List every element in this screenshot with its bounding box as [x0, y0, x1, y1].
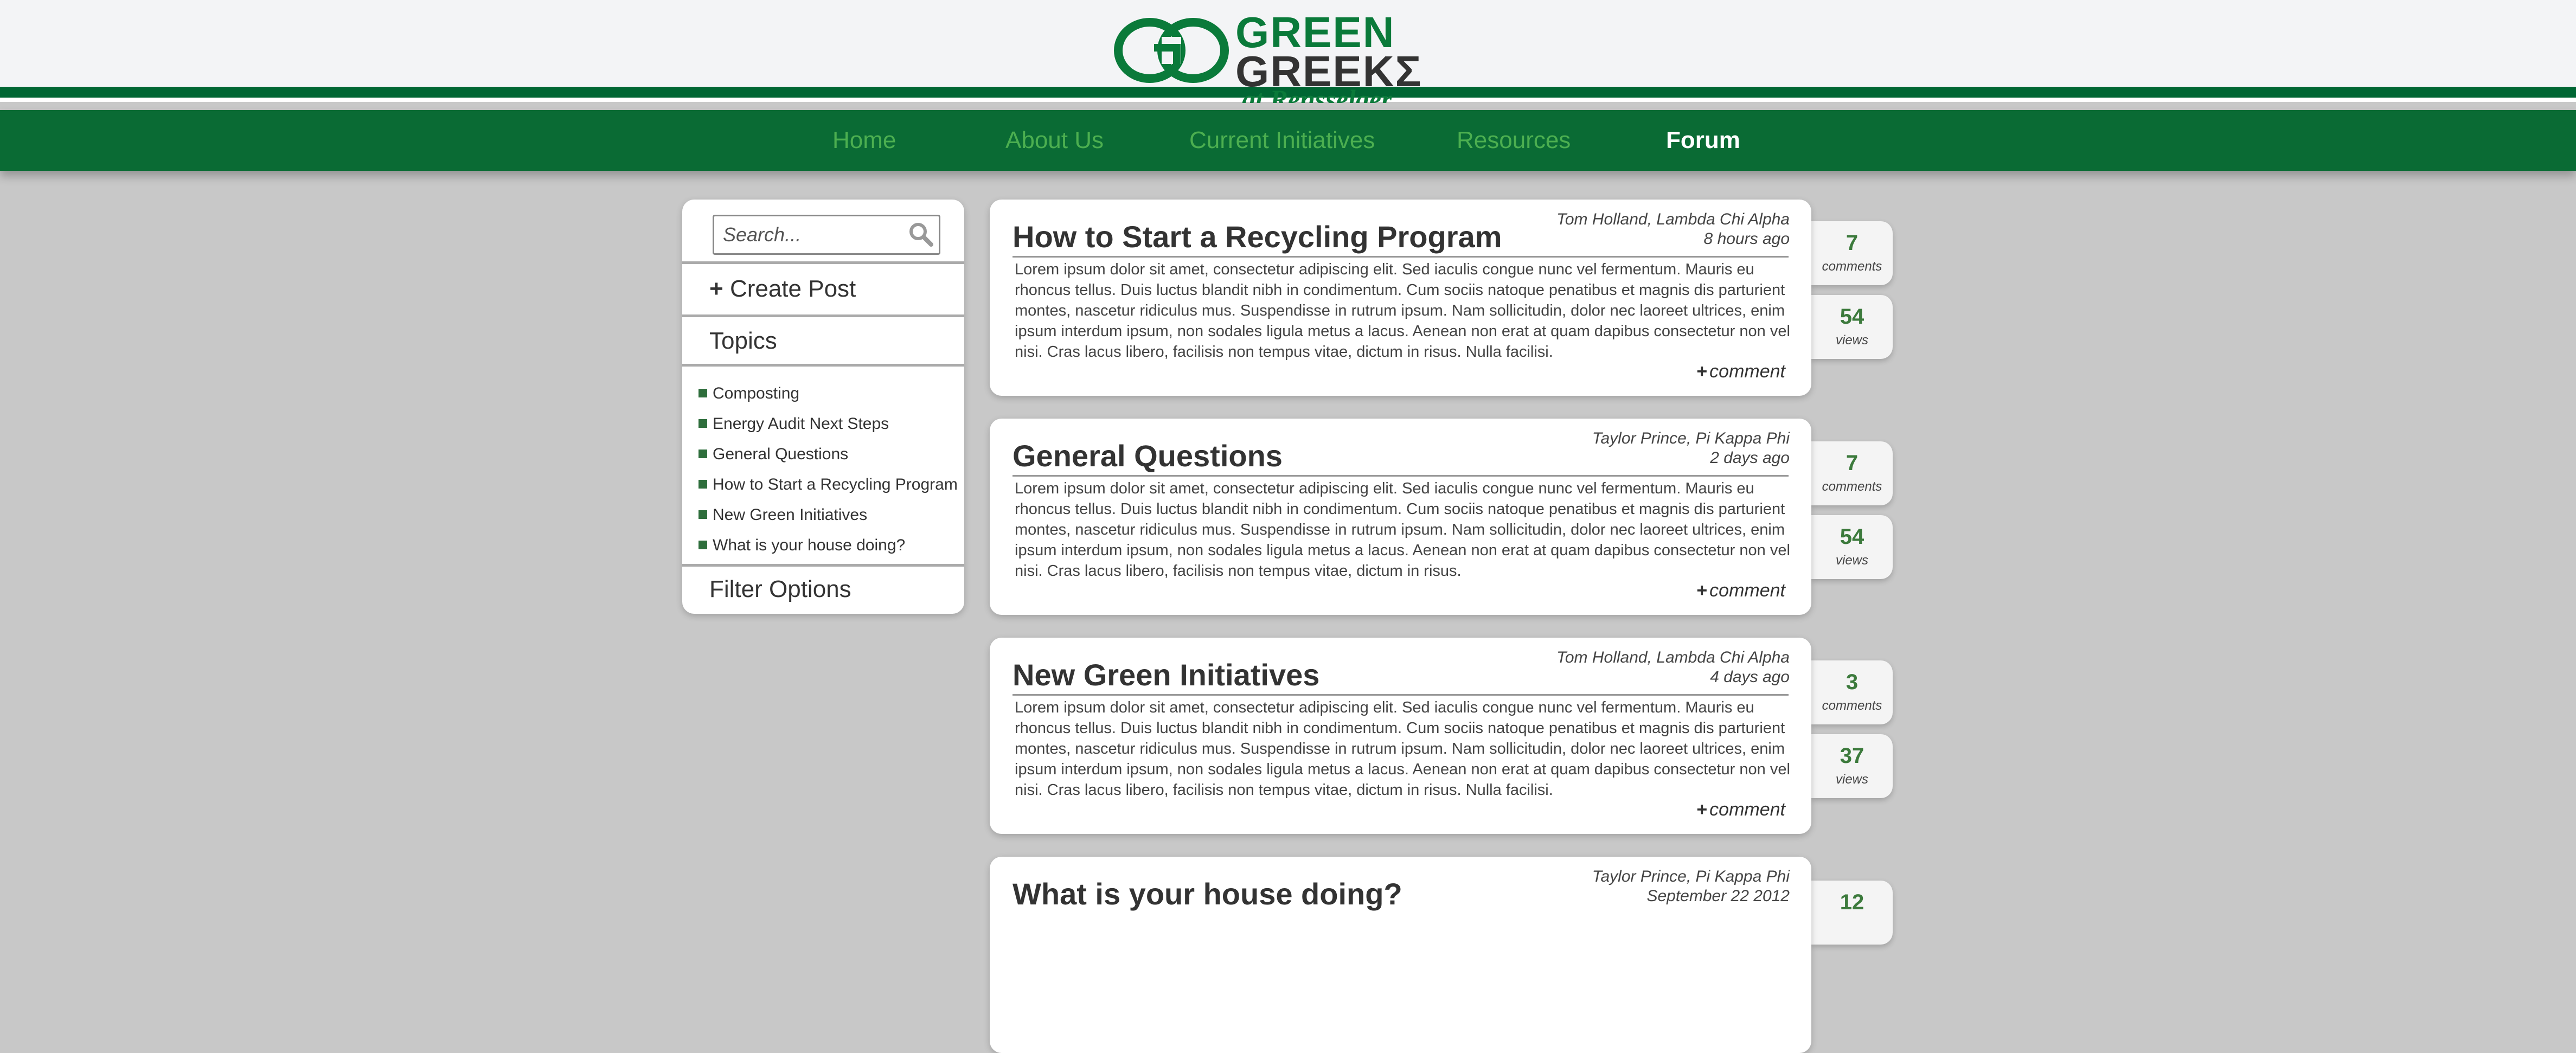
add-comment-button[interactable]: + comment [1696, 580, 1785, 601]
views-count-box: 37 views [1811, 734, 1893, 798]
site-logo[interactable]: GREEN GREEKΣ at Rensselaer [1106, 5, 1443, 103]
post-author[interactable]: Taylor Prince, Pi Kappa Phi [1592, 429, 1790, 448]
comments-count: 12 [1840, 890, 1864, 914]
topics-heading[interactable]: Topics [709, 328, 777, 355]
topic-item-house-doing[interactable]: What is your house doing? [699, 530, 959, 561]
views-count: 54 [1840, 305, 1864, 329]
plus-icon: + [1696, 580, 1708, 601]
post-divider [1013, 694, 1789, 696]
bullet-icon [699, 419, 707, 428]
views-count-box: 54 views [1811, 295, 1893, 359]
divider [682, 314, 964, 317]
nav-forum[interactable]: Forum [1666, 110, 1740, 171]
comments-count: 7 [1846, 231, 1859, 255]
post-time: September 22 2012 [1646, 887, 1790, 905]
topic-item-energy-audit[interactable]: Energy Audit Next Steps [699, 409, 959, 439]
post-body: Lorem ipsum dolor sit amet, consectetur … [1015, 261, 1790, 361]
logo-text-rensselaer: at Rensselaer [1242, 84, 1392, 103]
comments-count-box: 7 comments [1811, 221, 1893, 285]
comments-count-box: 7 comments [1811, 441, 1893, 505]
nav-resources[interactable]: Resources [1457, 110, 1571, 171]
topic-item-recycling-program[interactable]: How to Start a Recycling Program [699, 470, 959, 500]
plus-icon: + [1696, 799, 1708, 820]
plus-icon: + [709, 275, 723, 302]
post-title[interactable]: General Questions [1013, 438, 1283, 473]
post-title[interactable]: What is your house doing? [1013, 876, 1402, 911]
divider [682, 364, 964, 367]
filter-options-heading[interactable]: Filter Options [709, 576, 851, 603]
nav-current-initiatives[interactable]: Current Initiatives [1189, 110, 1375, 171]
bullet-icon [699, 389, 707, 398]
post-title[interactable]: New Green Initiatives [1013, 657, 1319, 692]
post-title[interactable]: How to Start a Recycling Program [1013, 219, 1502, 254]
comments-label: comments [1822, 698, 1882, 713]
bullet-icon [699, 510, 707, 519]
comments-count: 3 [1846, 670, 1859, 694]
post-body: Lorem ipsum dolor sit amet, consectetur … [1015, 480, 1790, 580]
post-author[interactable]: Taylor Prince, Pi Kappa Phi [1592, 868, 1790, 886]
post-divider [1013, 475, 1789, 477]
post-card: What is your house doing? Taylor Prince,… [990, 857, 1811, 1053]
post-body: Lorem ipsum dolor sit amet, consectetur … [1015, 699, 1790, 799]
create-post-button[interactable]: + Create Post [709, 275, 856, 303]
views-label: views [1835, 772, 1868, 787]
post-time: 2 days ago [1710, 449, 1790, 467]
post-time: 8 hours ago [1703, 230, 1790, 248]
views-count-box: 54 views [1811, 515, 1893, 579]
bullet-icon [699, 450, 707, 459]
post-card: New Green Initiatives Tom Holland, Lambd… [990, 638, 1811, 834]
views-label: views [1835, 333, 1868, 348]
post-time: 4 days ago [1710, 668, 1790, 686]
post-divider [1013, 256, 1789, 258]
search-icon[interactable] [907, 221, 934, 248]
create-post-label: Create Post [729, 275, 856, 302]
views-count: 37 [1840, 744, 1864, 768]
plus-icon: + [1696, 361, 1708, 382]
topic-item-new-green-initiatives[interactable]: New Green Initiatives [699, 500, 959, 530]
add-comment-button[interactable]: + comment [1696, 361, 1785, 382]
post-author[interactable]: Tom Holland, Lambda Chi Alpha [1556, 649, 1790, 667]
comments-count-box: 12 [1811, 881, 1893, 945]
divider [682, 261, 964, 264]
bullet-icon [699, 541, 707, 550]
comments-count-box: 3 comments [1811, 660, 1893, 724]
post-author[interactable]: Tom Holland, Lambda Chi Alpha [1556, 210, 1790, 229]
post-card: General Questions Taylor Prince, Pi Kapp… [990, 419, 1811, 615]
bullet-icon [699, 480, 707, 489]
views-count: 54 [1840, 525, 1864, 549]
topic-list: Composting Energy Audit Next Steps Gener… [699, 378, 959, 561]
post-card: How to Start a Recycling Program Tom Hol… [990, 200, 1811, 396]
views-label: views [1835, 553, 1868, 568]
nav-about-us[interactable]: About Us [1005, 110, 1104, 171]
topic-item-general-questions[interactable]: General Questions [699, 439, 959, 470]
comments-label: comments [1822, 259, 1882, 274]
topic-item-composting[interactable]: Composting [699, 378, 959, 409]
logo-mark-icon [1114, 18, 1229, 83]
forum-sidebar: + Create Post Topics Composting Energy A… [682, 200, 964, 614]
comments-label: comments [1822, 479, 1882, 494]
main-nav: Home About Us Current Initiatives Resour… [0, 110, 2576, 171]
divider [682, 564, 964, 567]
search-input[interactable] [723, 216, 902, 253]
nav-home[interactable]: Home [832, 110, 896, 171]
search-box [713, 215, 940, 255]
comments-count: 7 [1846, 451, 1859, 475]
add-comment-button[interactable]: + comment [1696, 799, 1785, 820]
